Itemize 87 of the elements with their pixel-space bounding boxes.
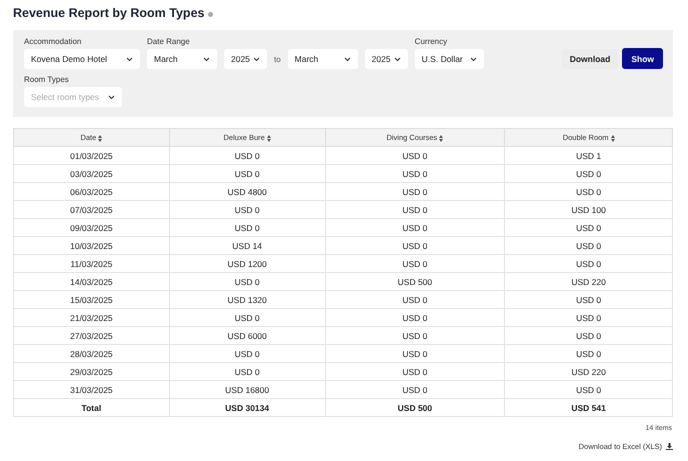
table-cell: 14/03/2025 <box>14 272 170 290</box>
table-cell: USD 0 <box>169 272 326 290</box>
sort-icon <box>610 134 615 142</box>
table-cell: 15/03/2025 <box>14 290 170 308</box>
total-cell: USD 541 <box>504 398 672 416</box>
year-select[interactable]: 2025 <box>224 49 267 69</box>
table-cell: USD 0 <box>169 146 326 164</box>
currency-select[interactable]: U.S. Dollar <box>414 49 484 69</box>
table-cell: USD 0 <box>504 290 672 308</box>
table-cell: USD 220 <box>504 362 672 380</box>
table-cell: USD 0 <box>504 182 672 200</box>
table-cell: USD 0 <box>504 326 672 344</box>
field-label: Currency <box>414 37 448 46</box>
chevron-down-icon <box>203 56 210 62</box>
month-select[interactable]: March <box>288 49 358 69</box>
table-cell: 10/03/2025 <box>14 236 170 254</box>
table-cell: USD 4800 <box>169 182 326 200</box>
table-cell: USD 0 <box>325 380 505 398</box>
table-cell: USD 0 <box>169 362 326 380</box>
field-label: Date Range <box>147 37 191 46</box>
table-cell: USD 0 <box>325 326 505 344</box>
table-cell: USD 0 <box>169 344 326 362</box>
table-cell: USD 0 <box>169 308 326 326</box>
table-cell: 11/03/2025 <box>14 254 170 272</box>
accommodation-select[interactable]: Kovena Demo Hotel <box>24 49 140 69</box>
sort-icon <box>266 134 271 142</box>
table-cell: 27/03/2025 <box>14 326 170 344</box>
table-cell: USD 220 <box>504 272 672 290</box>
field-label: Room Types <box>24 75 70 84</box>
table-cell: USD 1200 <box>169 254 326 272</box>
table-cell: USD 6000 <box>169 326 326 344</box>
table-cell: USD 0 <box>504 164 672 182</box>
table-cell: 07/03/2025 <box>14 200 170 218</box>
total-cell: USD 30134 <box>169 398 326 416</box>
total-cell: USD 500 <box>325 398 505 416</box>
info-icon <box>208 12 214 17</box>
table-cell: USD 0 <box>504 218 672 236</box>
sort-icon <box>439 134 444 142</box>
table-cell: USD 0 <box>504 236 672 254</box>
download-icon <box>666 443 673 450</box>
page-title: Revenue Report by Room Types <box>13 6 204 20</box>
table-cell: 03/03/2025 <box>14 164 170 182</box>
total-cell: Total <box>14 398 170 416</box>
table-cell: 01/03/2025 <box>14 146 170 164</box>
table-cell: USD 0 <box>325 200 505 218</box>
table-cell: USD 0 <box>504 308 672 326</box>
sort-icon <box>98 134 102 142</box>
chevron-down-icon <box>108 94 115 100</box>
field-label: Accommodation <box>24 37 82 46</box>
table-cell: USD 0 <box>325 182 505 200</box>
table-cell: USD 0 <box>325 362 505 380</box>
table-cell: USD 0 <box>325 218 505 236</box>
chevron-down-icon <box>344 56 351 62</box>
table-cell: 21/03/2025 <box>14 308 170 326</box>
table-cell: USD 0 <box>325 308 505 326</box>
table-cell: USD 0 <box>169 218 326 236</box>
table-cell: USD 0 <box>169 164 326 182</box>
chevron-down-icon <box>253 56 260 62</box>
range-separator: to <box>274 54 281 64</box>
year-select[interactable]: 2025 <box>364 49 408 69</box>
table-cell: 09/03/2025 <box>14 218 170 236</box>
table-cell: USD 0 <box>504 254 672 272</box>
table-cell: USD 16800 <box>169 380 326 398</box>
table-cell: USD 0 <box>325 254 505 272</box>
chevron-down-icon <box>470 56 477 62</box>
chevron-down-icon <box>394 56 401 62</box>
table-cell: USD 0 <box>325 344 505 362</box>
month-select[interactable]: March <box>147 49 217 69</box>
show-button[interactable]: Show <box>622 48 663 69</box>
table-cell: 28/03/2025 <box>14 344 170 362</box>
table-cell: USD 500 <box>325 272 505 290</box>
table-cell: USD 1320 <box>169 290 326 308</box>
download-button[interactable]: Download <box>562 48 618 68</box>
table-cell: USD 0 <box>504 344 672 362</box>
table-cell: USD 14 <box>169 236 326 254</box>
table-cell: USD 1 <box>504 146 672 164</box>
table-cell: USD 0 <box>325 164 505 182</box>
table-cell: 31/03/2025 <box>14 380 170 398</box>
table-cell: USD 0 <box>325 290 505 308</box>
table-cell: USD 0 <box>169 200 326 218</box>
table-cell: USD 0 <box>325 146 505 164</box>
table-cell: USD 0 <box>325 236 505 254</box>
table-cell: 29/03/2025 <box>14 362 170 380</box>
table-cell: USD 0 <box>504 380 672 398</box>
table-cell: 06/03/2025 <box>14 182 170 200</box>
chevron-down-icon <box>126 56 133 62</box>
table-cell: USD 100 <box>504 200 672 218</box>
